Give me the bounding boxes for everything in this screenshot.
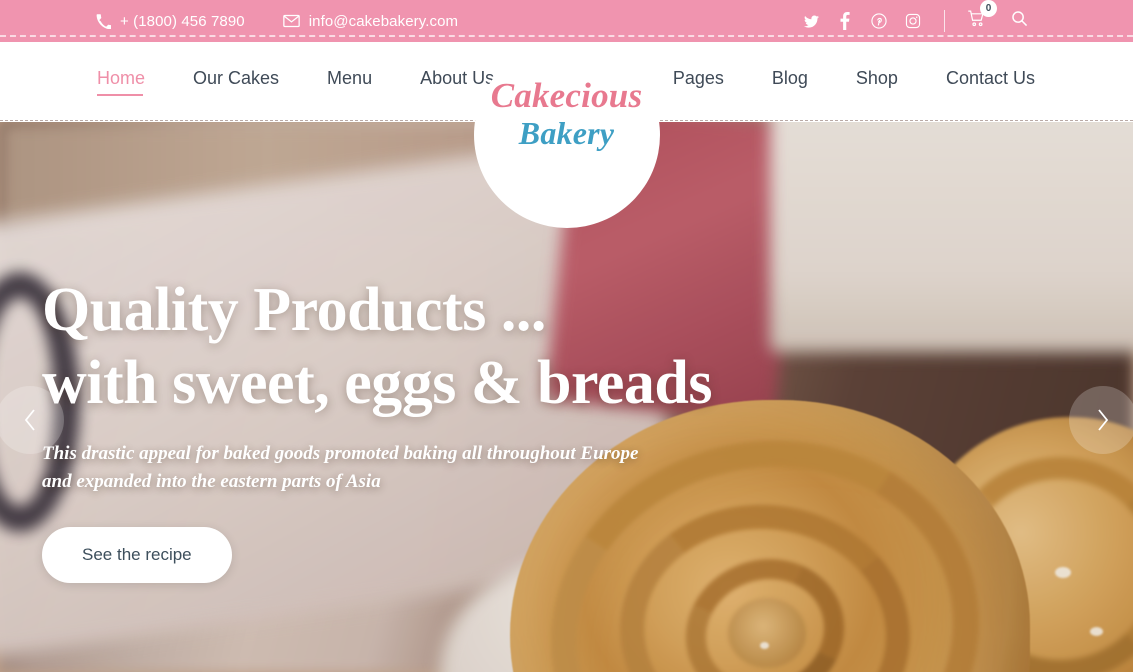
nav-item-home[interactable]: Home [97,69,145,96]
shopping-cart-button[interactable]: 0 [959,0,997,36]
site-logo[interactable]: Cakecious Bakery [473,42,660,228]
chevron-right-icon [1093,406,1113,434]
slider-next-button[interactable] [1069,386,1133,454]
nav-item-shop[interactable]: Shop [856,69,898,96]
nav-left-group: Home Our Cakes Menu About Us [97,69,494,96]
email-link[interactable]: info@cakebakery.com [282,12,459,30]
cart-count-badge: 0 [980,0,997,17]
contact-info-group: + (1800) 456 7890 info@cakebakery.com [96,14,458,29]
phone-icon [96,13,111,29]
nav-item-blog[interactable]: Blog [772,69,808,96]
twitter-icon[interactable] [794,6,828,36]
phone-link[interactable]: + (1800) 456 7890 [96,14,245,29]
email-address: info@cakebakery.com [308,12,459,30]
hero-subtitle-line1: This drastic appeal for baked goods prom… [42,443,639,465]
hero-title-line1: Quality Products ... [42,276,546,344]
top-contact-bar: + (1800) 456 7890 info@cakebakery.com 0 [0,0,1133,42]
instagram-icon[interactable] [896,6,930,36]
nav-right-group: Pages Blog Shop Contact Us [673,69,1035,96]
topbar-actions: 0 [794,0,1033,36]
envelope-icon [282,14,300,28]
phone-number: + (1800) 456 7890 [120,12,245,30]
nav-item-menu[interactable]: Menu [327,69,372,96]
pinterest-icon[interactable] [862,6,896,36]
see-the-recipe-button[interactable]: See the recipe [42,527,232,584]
logo-text-primary: Cakecious [490,76,643,115]
hero-title-line2: with sweet, eggs & breads [42,349,713,418]
nav-item-pages[interactable]: Pages [673,69,724,96]
topbar-divider [944,10,945,32]
search-icon [1011,10,1028,32]
chevron-left-icon [20,406,40,434]
facebook-icon[interactable] [828,6,862,36]
hero-content: Quality Products ... with sweet, eggs & … [42,274,802,584]
nav-item-our-cakes[interactable]: Our Cakes [193,69,279,96]
logo-text-secondary: Bakery [518,114,615,151]
search-button[interactable] [1005,7,1033,35]
hero-subtitle-line2: and expanded into the eastern parts of A… [42,470,381,492]
nav-item-contact-us[interactable]: Contact Us [946,69,1035,96]
